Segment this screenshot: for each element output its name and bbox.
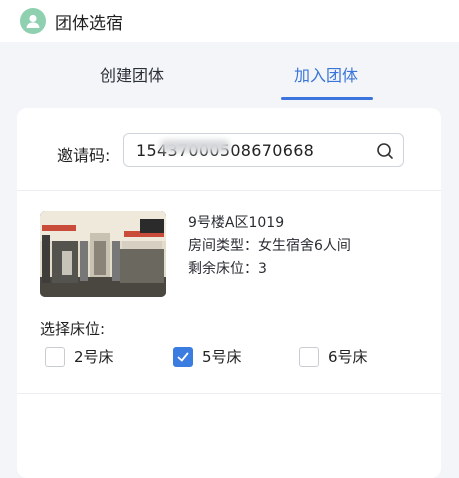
invite-code-label: 邀请码: [57, 146, 111, 165]
room-photo [40, 211, 166, 297]
bed-option-6[interactable]: 6号床 [299, 346, 368, 367]
active-tab-indicator [281, 97, 373, 100]
tab-bar: 创建团体 加入团体 [0, 46, 459, 100]
bed-2-checkbox[interactable] [45, 346, 65, 367]
app-header: 团体选宿 [0, 0, 459, 42]
bed-6-label: 6号床 [328, 348, 368, 366]
choose-bed-label: 选择床位: [40, 320, 106, 338]
room-type: 房间类型：女生宿舍6人间 [188, 238, 351, 254]
invite-code-field[interactable] [123, 133, 404, 167]
invite-code-input[interactable] [136, 138, 356, 162]
bed-option-5[interactable]: 5号床 [173, 346, 242, 367]
bed-option-2[interactable]: 2号床 [45, 346, 114, 367]
search-icon[interactable] [374, 140, 396, 162]
join-group-card: 邀请码: 15437000508670668 9号楼A区1019 房间类型：女生… [17, 108, 441, 478]
checkmark-icon [177, 352, 189, 361]
room-info: 9号楼A区1019 房间类型：女生宿舍6人间 剩余床位：3 [188, 212, 351, 281]
bed-5-label: 5号床 [202, 348, 242, 366]
bed-2-label: 2号床 [74, 348, 114, 366]
bed-5-checkbox[interactable] [173, 346, 193, 367]
bed-6-checkbox[interactable] [299, 346, 319, 367]
user-avatar-icon [20, 8, 46, 34]
tab-join-group[interactable]: 加入团体 [294, 62, 358, 86]
section-divider-bottom [17, 393, 441, 394]
section-divider [17, 190, 441, 191]
tab-create-group[interactable]: 创建团体 [100, 62, 164, 86]
room-name: 9号楼A区1019 [188, 215, 285, 231]
page-title: 团体选宿 [55, 13, 123, 34]
remaining-beds: 剩余床位：3 [188, 261, 267, 277]
